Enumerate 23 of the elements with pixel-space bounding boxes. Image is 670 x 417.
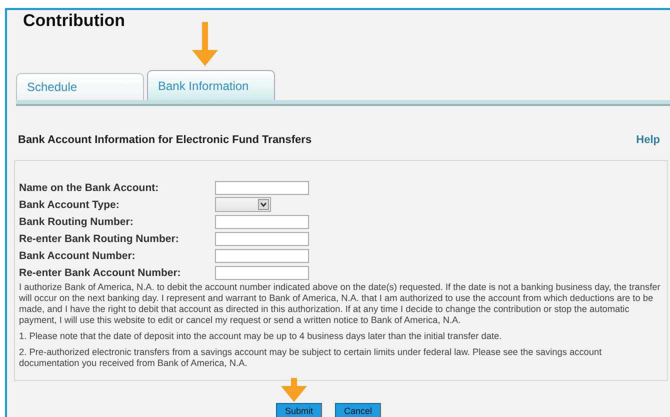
field-label: Bank Account Number:	[19, 250, 136, 262]
input-field[interactable]	[215, 266, 309, 280]
caret-icon	[258, 199, 269, 210]
section-heading: Bank Account Information for Electronic Fund Transfers	[18, 134, 312, 146]
field-label: Re-enter Bank Account Number:	[19, 266, 182, 278]
tab[interactable]: Schedule	[16, 73, 144, 100]
field-label: Bank Routing Number:	[19, 216, 134, 228]
help-link[interactable]: Help	[636, 134, 660, 146]
form-button[interactable]: Cancel	[335, 403, 382, 417]
field-label: Re-enter Bank Routing Number:	[19, 232, 180, 244]
field-label: Name on the Bank Account:	[19, 182, 160, 194]
dropdown[interactable]	[215, 197, 271, 212]
input-field[interactable]	[215, 248, 309, 262]
notice-paragraph: 2. Pre-authorized electronic transfers from a savings account may be subject to certain limits under federal law. Please see the savings account documentation you received from Bank of America, N.A.	[19, 347, 603, 369]
tab[interactable]: Bank Information	[147, 70, 275, 100]
page-title: Contribution	[23, 11, 125, 31]
form-button[interactable]: Submit	[276, 403, 322, 417]
notice-paragraph: I authorize Bank of America, N.A. to debit the account number indicated above on the date(s) requested. If the date is not a banking business day, the transfer will occur on the next banking day. I represent and warrant to Bank of America, N.A. that I am authorized to use the account from which deductions are to be made, and I have the right to debit that account as directed in this authorization. If at any time I decide to change the contribution or stop the automatic payment, I will use this website to edit or cancel my request or send a written notice to Bank of America, N.A.	[19, 282, 662, 326]
input-field[interactable]	[215, 232, 309, 246]
notice-paragraph: 1. Please note that the date of deposit into the account may be up to 4 business days later than the initial transfer date.	[19, 331, 503, 342]
field-label: Bank Account Type:	[19, 198, 120, 210]
input-field[interactable]	[215, 180, 309, 194]
input-field[interactable]	[215, 214, 309, 228]
